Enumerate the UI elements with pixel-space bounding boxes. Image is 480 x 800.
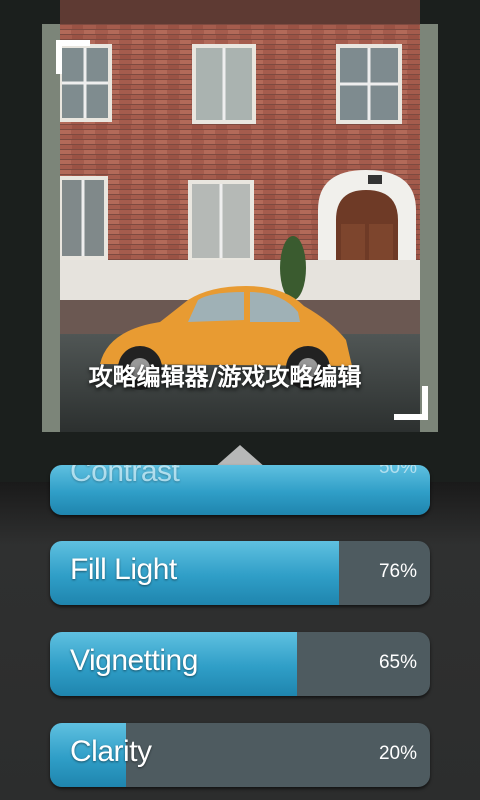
slider-label: Contrast [70, 465, 180, 488]
adjustment-panel: Contrast 50% Fill Light 76% Vignetting 6… [0, 465, 480, 800]
crop-handle-bottom-right[interactable] [394, 386, 428, 420]
slider-clarity[interactable]: Clarity 20% [50, 723, 430, 787]
slider-label: Vignetting [70, 644, 198, 677]
slider-label: Clarity [70, 735, 152, 768]
overlay-title: 攻略编辑器/游戏攻略编辑 [88, 363, 362, 391]
crop-handle-top-left[interactable] [56, 40, 90, 74]
slider-value: 20% [378, 743, 417, 764]
slider-value: 76% [378, 561, 417, 582]
slider-value: 50% [378, 465, 417, 478]
slider-value: 65% [378, 652, 417, 673]
slider-label: Fill Light [70, 553, 177, 586]
slider-fill-light[interactable]: Fill Light 76% [50, 541, 430, 605]
slider-vignetting[interactable]: Vignetting 65% [50, 632, 430, 696]
slider-contrast[interactable]: Contrast 50% [50, 465, 430, 515]
photo-preview-area: 攻略编辑器/游戏攻略编辑 [0, 0, 480, 482]
